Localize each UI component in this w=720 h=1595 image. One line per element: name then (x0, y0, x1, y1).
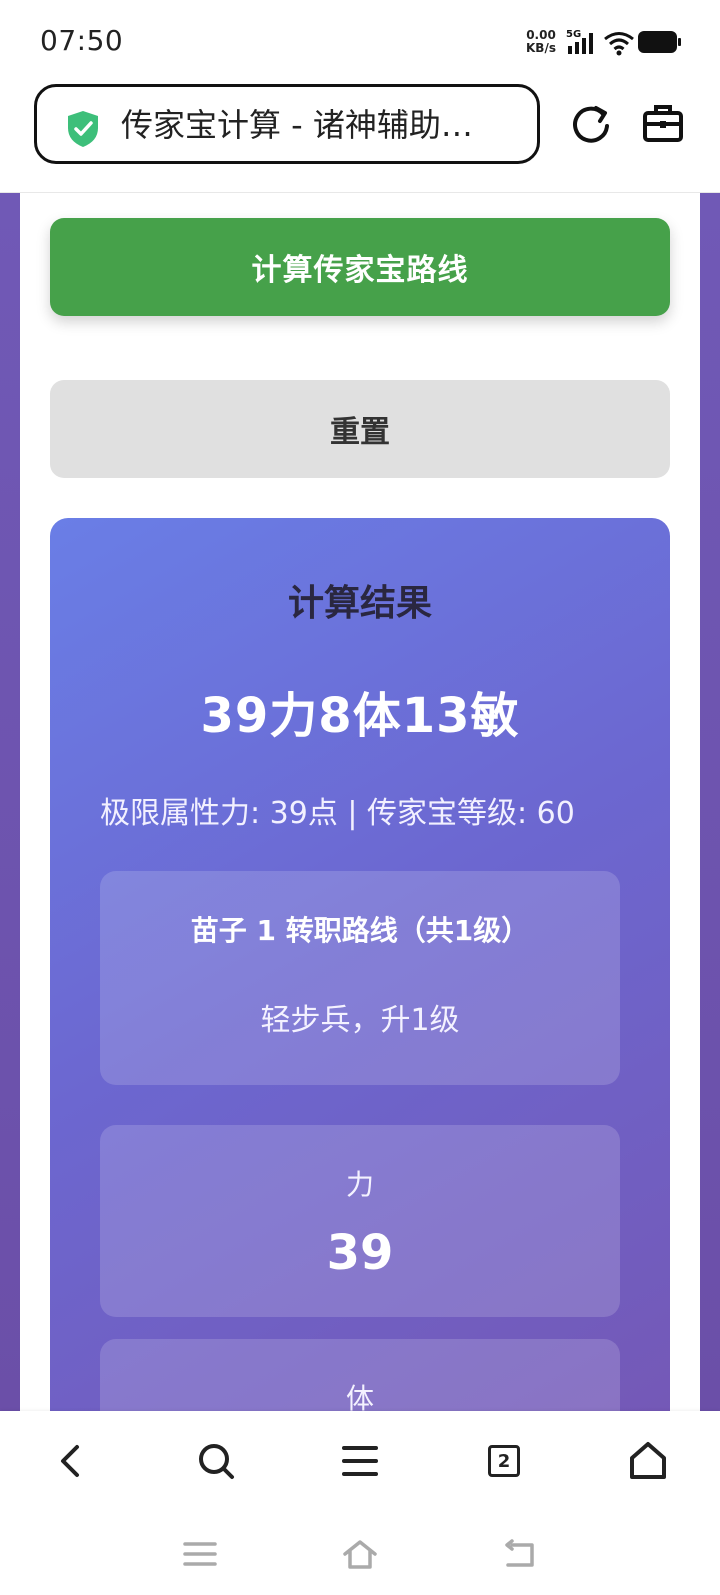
browser-toolbar: 传家宝计算 - 诸神辅助… (0, 80, 720, 193)
stat-value: 39 (326, 1225, 394, 1281)
network-speed: 0.00 KB/s (526, 29, 556, 55)
reset-button[interactable]: 重置 (50, 380, 670, 478)
system-nav-bar (0, 1511, 720, 1595)
stat-box-strength: 力 39 (100, 1125, 620, 1317)
clock: 07:50 (40, 24, 124, 57)
browser-bottom-nav: 2 (0, 1411, 720, 1511)
back-icon[interactable] (50, 1439, 94, 1483)
toolbox-icon[interactable] (642, 102, 684, 144)
result-panel: 计算结果 39力8体13敏 极限属性力: 39点 | 传家宝等级: 60 苗子 … (50, 518, 670, 1411)
stat-label: 体 (345, 1382, 374, 1411)
shield-icon (68, 111, 98, 147)
page-background-left (0, 193, 20, 1411)
system-home-icon[interactable] (342, 1537, 378, 1571)
network-speed-unit: KB/s (526, 41, 556, 55)
calculate-route-button[interactable]: 计算传家宝路线 (50, 218, 670, 316)
web-content: 计算传家宝路线 重置 计算结果 39力8体13敏 极限属性力: 39点 | 传家… (0, 193, 720, 1411)
calculator-card: 计算传家宝路线 重置 计算结果 39力8体13敏 极限属性力: 39点 | 传家… (20, 193, 700, 1411)
stat-box-constitution: 体 (100, 1339, 620, 1411)
wifi-icon (604, 32, 634, 56)
signal-icon: 5G (566, 29, 593, 54)
network-type: 5G (566, 29, 581, 40)
status-bar: 07:50 0.00 KB/s 5G (0, 0, 720, 80)
route-detail: 轻步兵，升1级 (260, 1003, 460, 1038)
reload-icon[interactable] (570, 102, 612, 144)
system-menu-icon[interactable] (182, 1537, 218, 1571)
tabs-icon[interactable]: 2 (482, 1439, 526, 1483)
result-summary: 39力8体13敏 (200, 688, 520, 744)
result-heading: 计算结果 (287, 583, 432, 624)
tab-count: 2 (488, 1445, 520, 1477)
home-icon[interactable] (626, 1439, 670, 1483)
page-background-right (700, 193, 720, 1411)
page-title: 传家宝计算 - 诸神辅助… (121, 106, 473, 144)
stat-label: 力 (345, 1168, 374, 1201)
system-back-icon[interactable] (502, 1537, 538, 1571)
address-bar[interactable]: 传家宝计算 - 诸神辅助… (34, 84, 540, 164)
route-box: 苗子 1 转职路线（共1级） 轻步兵，升1级 (100, 871, 620, 1085)
route-title: 苗子 1 转职路线（共1级） (190, 914, 530, 947)
battery-icon (638, 31, 681, 53)
search-icon[interactable] (194, 1439, 238, 1483)
result-info: 极限属性力: 39点 | 传家宝等级: 60 (100, 796, 575, 831)
menu-icon[interactable] (338, 1439, 382, 1483)
